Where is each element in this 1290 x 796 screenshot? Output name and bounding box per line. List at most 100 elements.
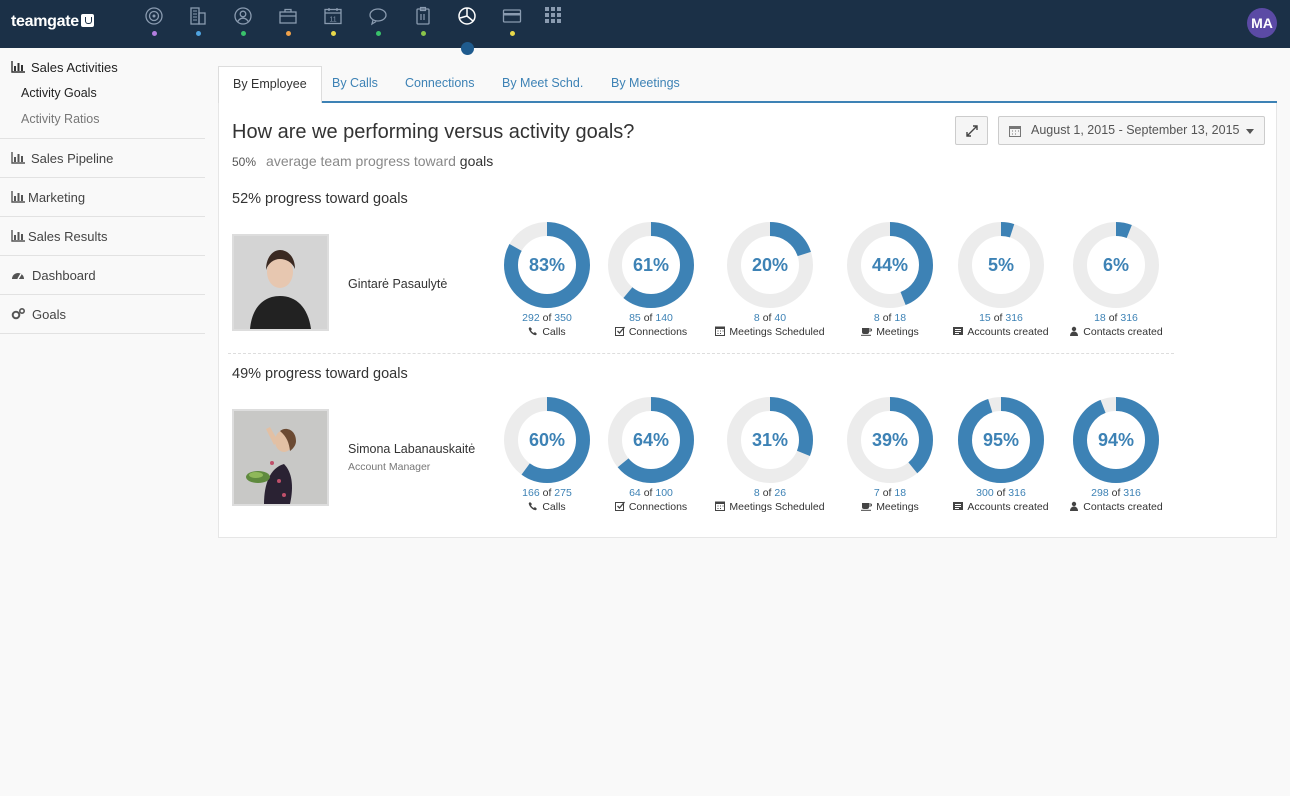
- nav-pie-chart-icon[interactable]: [455, 6, 479, 42]
- goal-done: 292: [522, 312, 540, 324]
- goal-label-text: Contacts created: [1083, 326, 1163, 338]
- goal-label-text: Meetings: [876, 326, 919, 338]
- report-tabs: By Employee By Calls Connections By Meet…: [218, 66, 1277, 103]
- goal-metric[interactable]: 94% 298 of 316 Contacts created: [1046, 396, 1186, 515]
- chevron-down-icon: [1246, 129, 1254, 134]
- cogs-icon: [11, 296, 26, 335]
- nav-dot: [241, 31, 246, 36]
- nav-dot: [286, 31, 291, 36]
- goal-done: 8: [753, 487, 760, 499]
- sidebar-item-sales-pipeline[interactable]: Sales Pipeline: [0, 139, 205, 178]
- sidebar-item-goals[interactable]: Goals: [0, 295, 205, 334]
- bar-chart-icon: [11, 140, 25, 179]
- goal-total: 316: [1123, 487, 1141, 499]
- goal-total: 18: [894, 312, 907, 324]
- goal-label-text: Meetings Scheduled: [729, 501, 825, 513]
- list-icon: [953, 326, 964, 336]
- bar-chart-icon: [11, 49, 25, 89]
- nav-clipboard-icon[interactable]: [411, 6, 435, 42]
- progress-donut: 31%: [727, 397, 813, 483]
- goal-label-text: Connections: [628, 326, 688, 338]
- donut-percent-label: 95%: [983, 430, 1019, 450]
- goal-label-text: Connections: [628, 501, 688, 513]
- goal-metric[interactable]: 20% 8 of 40 Meetings Scheduled: [700, 221, 840, 340]
- goal-of: of: [1108, 312, 1118, 324]
- progress-donut: 61%: [608, 222, 694, 308]
- donut-percent-label: 39%: [872, 430, 908, 450]
- employee-photo[interactable]: [232, 409, 329, 506]
- goal-of: of: [542, 487, 552, 499]
- calendar-icon: [1009, 126, 1021, 137]
- employee-role: Account Manager: [348, 461, 431, 473]
- tab-by-employee[interactable]: By Employee: [218, 66, 322, 103]
- donut-percent-label: 83%: [529, 255, 565, 275]
- tab-by-meet-schd[interactable]: By Meet Schd.: [488, 66, 597, 102]
- nav-credit-card-icon[interactable]: [500, 6, 524, 42]
- coffee-icon: [861, 326, 873, 336]
- goal-done: 7: [873, 487, 880, 499]
- nav-person-circle-icon[interactable]: [231, 6, 255, 42]
- calendar-icon: [715, 326, 726, 336]
- checkbox-icon: [614, 501, 625, 511]
- goal-done: 300: [976, 487, 994, 499]
- nav-building-icon[interactable]: [186, 6, 210, 42]
- goal-total: 26: [774, 487, 787, 499]
- sidebar-item-dashboard[interactable]: Dashboard: [0, 256, 205, 295]
- employee-name[interactable]: Simona Labanauskaitė: [348, 442, 475, 456]
- goal-done: 64: [629, 487, 641, 499]
- date-range-picker[interactable]: August 1, 2015 - September 13, 2015: [998, 116, 1265, 145]
- goal-of: of: [762, 487, 772, 499]
- progress-donut: 39%: [847, 397, 933, 483]
- sidebar-item-label: Sales Activities: [31, 60, 118, 75]
- user-icon: [1069, 326, 1079, 336]
- user-avatar[interactable]: MA: [1247, 8, 1277, 38]
- donut-percent-label: 94%: [1098, 430, 1134, 450]
- date-range-text: August 1, 2015 - September 13, 2015: [1031, 123, 1240, 137]
- goal-of: of: [542, 312, 552, 324]
- team-progress-value: 50%: [232, 155, 257, 169]
- goal-done: 18: [1094, 312, 1106, 324]
- goal-total: 100: [655, 487, 673, 499]
- goal-total: 350: [554, 312, 572, 324]
- goal-done: 8: [753, 312, 760, 324]
- goal-metric[interactable]: 6% 18 of 316 Contacts created: [1046, 221, 1186, 340]
- goal-label-text: Meetings Scheduled: [729, 326, 825, 338]
- nav-chat-icon[interactable]: [366, 6, 390, 42]
- nav-active-indicator: [461, 42, 474, 55]
- sidebar-item-activity-ratios[interactable]: Activity Ratios: [0, 106, 205, 132]
- tab-by-meetings[interactable]: By Meetings: [597, 66, 694, 102]
- goal-of: of: [1111, 487, 1121, 499]
- team-progress-summary: 50% average team progress toward goals: [232, 153, 493, 169]
- employee-name[interactable]: Gintarė Pasaulytė: [348, 277, 447, 291]
- goal-of: of: [993, 312, 1003, 324]
- nav-dot: [331, 31, 336, 36]
- goal-total: 140: [655, 312, 673, 324]
- sidebar-item-marketing[interactable]: Marketing: [0, 178, 205, 217]
- nav-briefcase-icon[interactable]: [276, 6, 300, 42]
- goal-count: 298 of 316: [1046, 487, 1186, 501]
- list-icon: [953, 501, 964, 511]
- tab-by-calls[interactable]: By Calls: [318, 66, 392, 102]
- donut-percent-label: 44%: [872, 255, 908, 275]
- goal-count: 18 of 316: [1046, 312, 1186, 326]
- nav-target-icon[interactable]: [142, 6, 166, 42]
- nav-grid-icon[interactable]: [541, 6, 565, 42]
- sidebar-item-sales-activities[interactable]: Sales Activities: [0, 48, 205, 88]
- goal-total: 316: [1120, 312, 1138, 324]
- donut-percent-label: 61%: [633, 255, 669, 275]
- progress-donut: 95%: [958, 397, 1044, 483]
- sidebar-item-sales-results[interactable]: Sales Results: [0, 217, 205, 256]
- goals-panel: How are we performing versus activity go…: [218, 103, 1277, 538]
- employee-photo[interactable]: [232, 234, 329, 331]
- nav-dot: [510, 31, 515, 36]
- goal-metric[interactable]: 31% 8 of 26 Meetings Scheduled: [700, 396, 840, 515]
- goal-of: of: [643, 487, 653, 499]
- dashboard-icon: [11, 257, 26, 296]
- goal-label-text: Accounts created: [967, 501, 1049, 513]
- goal-total: 40: [774, 312, 787, 324]
- app-logo[interactable]: teamgate: [11, 13, 94, 31]
- nav-calendar-icon[interactable]: 11: [321, 6, 345, 42]
- progress-donut: 20%: [727, 222, 813, 308]
- fullscreen-button[interactable]: [955, 116, 988, 145]
- tab-connections[interactable]: Connections: [391, 66, 489, 102]
